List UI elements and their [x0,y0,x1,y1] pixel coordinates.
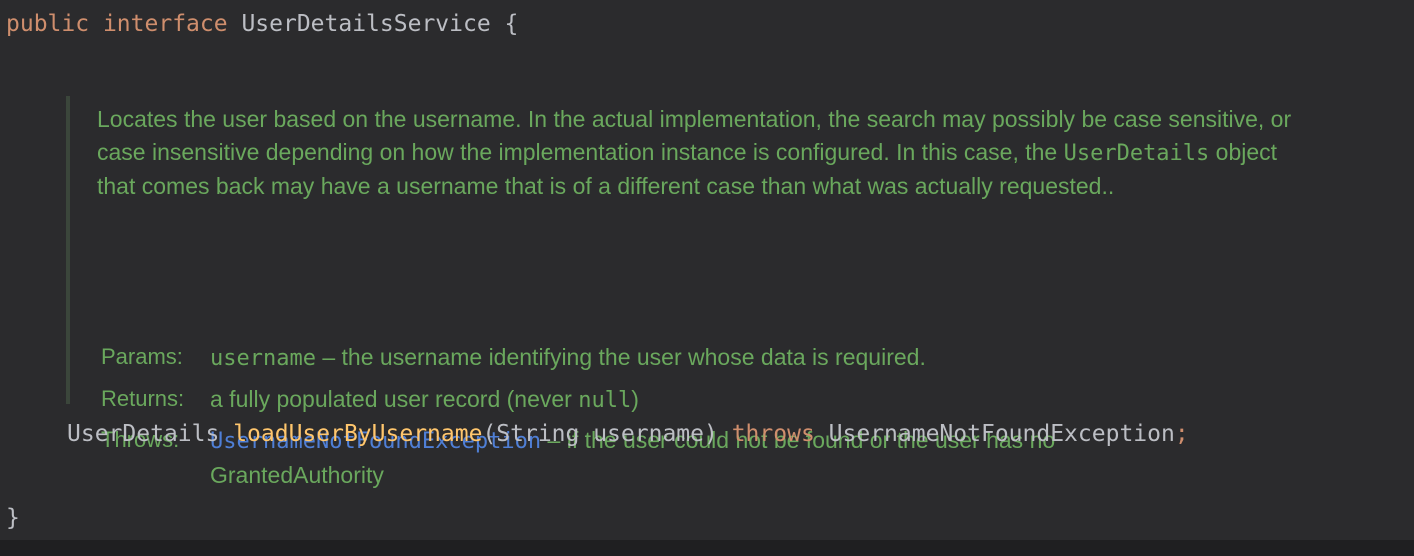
returns-null-code: null [578,388,632,413]
method-params: (String username) [482,421,718,447]
method-name[interactable]: loadUserByUsername [233,421,482,447]
interface-name[interactable]: UserDetailsService [241,11,490,37]
param-name: username [210,346,316,371]
method-declaration-line: UserDetails loadUserByUsername(String us… [67,419,1189,449]
close-brace: } [6,505,20,531]
interface-keyword: interface [102,11,228,37]
code-editor[interactable]: public interface UserDetailsService { Lo… [0,0,1414,556]
description-code-ref: UserDetails [1063,140,1210,166]
throws-keyword: throws [731,421,815,447]
javadoc-description: Locates the user based on the username. … [97,103,1297,203]
params-content: username – the username identifying the … [210,341,1210,376]
javadoc-block: Locates the user based on the username. … [66,96,1316,488]
open-brace: { [504,11,519,37]
interface-declaration-line: public interface UserDetailsService { [6,9,518,39]
returns-end: ) [631,386,639,412]
param-description: – the username identifying the user whos… [315,344,926,370]
returns-content: a fully populated user record (never nul… [210,383,1210,418]
public-keyword: public [6,11,90,37]
semicolon: ; [1174,421,1189,447]
returns-label: Returns: [101,386,185,411]
exception-type[interactable]: UsernameNotFoundException [829,421,1175,447]
return-type[interactable]: UserDetails [67,421,219,447]
params-label: Params: [101,344,183,369]
returns-text: a fully populated user record (never [210,386,579,412]
